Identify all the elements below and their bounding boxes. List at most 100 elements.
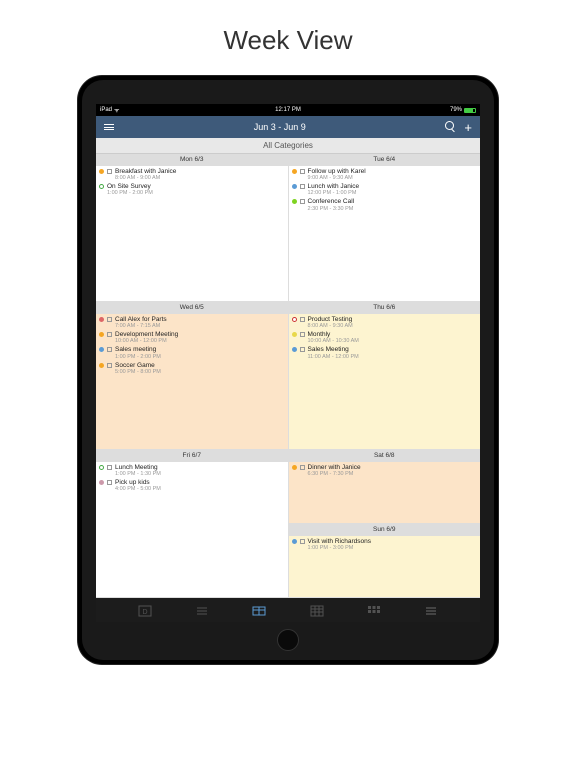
- tab-week[interactable]: [252, 604, 266, 616]
- event-time: 2:30 PM - 3:30 PM: [308, 206, 355, 212]
- category-dot: [292, 169, 297, 174]
- event-title: Dinner with Janice: [308, 464, 361, 471]
- event-title: Sales Meeting: [308, 346, 359, 353]
- category-dot: [292, 539, 297, 544]
- day-fri[interactable]: Fri 6/7Lunch Meeting1:00 PM - 1:30 PMPic…: [96, 450, 289, 597]
- checkbox-icon[interactable]: [300, 317, 305, 322]
- event-time: 7:00 AM - 7:15 AM: [115, 323, 167, 329]
- menu-icon[interactable]: [104, 124, 114, 130]
- checkbox-icon[interactable]: [107, 347, 112, 352]
- event-time: 1:00 PM - 3:00 PM: [308, 545, 371, 551]
- checkbox-icon[interactable]: [300, 347, 305, 352]
- home-button[interactable]: [277, 629, 299, 651]
- search-icon[interactable]: [445, 121, 454, 130]
- checkbox-icon[interactable]: [300, 184, 305, 189]
- tab-month[interactable]: [310, 604, 324, 616]
- event-item[interactable]: Pick up kids4:00 PM - 5:00 PM: [99, 479, 285, 492]
- category-dot: [292, 465, 297, 470]
- event-time: 1:00 PM - 2:00 PM: [115, 354, 161, 360]
- status-bar: iPadᯤ 12:17 PM 79%: [96, 104, 480, 116]
- checkbox-icon[interactable]: [300, 332, 305, 337]
- category-dot: [99, 332, 104, 337]
- event-item[interactable]: Monthly10:00 AM - 10:30 AM: [292, 331, 478, 344]
- event-item[interactable]: Sales Meeting11:00 AM - 12:00 PM: [292, 346, 478, 359]
- tab-day[interactable]: D: [138, 604, 152, 616]
- checkbox-icon[interactable]: [300, 539, 305, 544]
- tab-more[interactable]: [424, 604, 438, 616]
- add-icon[interactable]: +: [464, 121, 472, 134]
- day-sat[interactable]: Sat 6/8Dinner with Janice6:30 PM - 7:30 …: [289, 450, 481, 524]
- event-time: 1:00 PM - 1:30 PM: [115, 471, 161, 477]
- event-time: 8:00 AM - 9:30 AM: [308, 323, 353, 329]
- event-time: 10:00 AM - 10:30 AM: [308, 338, 359, 344]
- event-title: Product Testing: [308, 316, 353, 323]
- event-time: 9:00 AM - 9:30 AM: [308, 175, 366, 181]
- event-time: 12:00 PM - 1:00 PM: [308, 190, 360, 196]
- event-time: 1:00 PM - 2:00 PM: [107, 190, 153, 196]
- category-dot: [292, 347, 297, 352]
- category-dot: [292, 184, 297, 189]
- screen: iPadᯤ 12:17 PM 79% Jun 3 - Jun 9 + All C…: [96, 104, 480, 622]
- checkbox-icon[interactable]: [107, 363, 112, 368]
- event-title: Follow up with Karel: [308, 168, 366, 175]
- tab-list[interactable]: [195, 604, 209, 616]
- event-title: Lunch with Janice: [308, 183, 360, 190]
- checkbox-icon[interactable]: [107, 317, 112, 322]
- category-dot: [292, 199, 297, 204]
- event-title: Pick up kids: [115, 479, 161, 486]
- category-dot: [292, 317, 297, 322]
- category-dot: [99, 184, 104, 189]
- event-title: Monthly: [308, 331, 359, 338]
- wifi-icon: ᯤ: [114, 106, 119, 114]
- checkbox-icon[interactable]: [107, 169, 112, 174]
- event-item[interactable]: Follow up with Karel9:00 AM - 9:30 AM: [292, 168, 478, 181]
- event-item[interactable]: On Site Survey1:00 PM - 2:00 PM: [99, 183, 285, 196]
- event-item[interactable]: Lunch Meeting1:00 PM - 1:30 PM: [99, 464, 285, 477]
- event-item[interactable]: Sales meeting1:00 PM - 2:00 PM: [99, 346, 285, 359]
- checkbox-icon[interactable]: [107, 332, 112, 337]
- checkbox-icon[interactable]: [300, 199, 305, 204]
- event-item[interactable]: Breakfast with Janice8:00 AM - 9:00 AM: [99, 168, 285, 181]
- event-item[interactable]: Development Meeting10:00 AM - 12:00 PM: [99, 331, 285, 344]
- event-time: 5:00 PM - 8:00 PM: [115, 369, 161, 375]
- category-dot: [99, 347, 104, 352]
- day-wed[interactable]: Wed 6/5Call Alex for Parts7:00 AM - 7:15…: [96, 302, 289, 449]
- day-mon[interactable]: Mon 6/3Breakfast with Janice8:00 AM - 9:…: [96, 154, 289, 301]
- event-item[interactable]: Conference Call2:30 PM - 3:30 PM: [292, 198, 478, 211]
- date-range[interactable]: Jun 3 - Jun 9: [254, 122, 306, 132]
- checkbox-icon[interactable]: [300, 169, 305, 174]
- category-filter[interactable]: All Categories: [96, 138, 480, 154]
- event-time: 11:00 AM - 12:00 PM: [308, 354, 359, 360]
- battery-pct: 79%: [450, 107, 462, 113]
- nav-bar: Jun 3 - Jun 9 +: [96, 116, 480, 138]
- event-time: 4:00 PM - 5:00 PM: [115, 486, 161, 492]
- event-item[interactable]: Call Alex for Parts7:00 AM - 7:15 AM: [99, 316, 285, 329]
- ipad-frame: iPadᯤ 12:17 PM 79% Jun 3 - Jun 9 + All C…: [78, 76, 498, 664]
- checkbox-icon[interactable]: [107, 465, 112, 470]
- day-sun[interactable]: Sun 6/9Visit with Richardsons1:00 PM - 3…: [289, 524, 481, 597]
- event-item[interactable]: Dinner with Janice6:30 PM - 7:30 PM: [292, 464, 478, 477]
- checkbox-icon[interactable]: [107, 480, 112, 485]
- event-item[interactable]: Soccer Game5:00 PM - 8:00 PM: [99, 362, 285, 375]
- tab-grid[interactable]: [367, 604, 381, 616]
- category-dot: [99, 169, 104, 174]
- event-title: Conference Call: [308, 198, 355, 205]
- week-grid: Mon 6/3Breakfast with Janice8:00 AM - 9:…: [96, 154, 480, 598]
- event-title: On Site Survey: [107, 183, 153, 190]
- clock: 12:17 PM: [275, 107, 301, 113]
- event-item[interactable]: Visit with Richardsons1:00 PM - 3:00 PM: [292, 538, 478, 551]
- event-title: Breakfast with Janice: [115, 168, 176, 175]
- category-dot: [99, 480, 104, 485]
- event-item[interactable]: Lunch with Janice12:00 PM - 1:00 PM: [292, 183, 478, 196]
- day-tue[interactable]: Tue 6/4Follow up with Karel9:00 AM - 9:3…: [289, 154, 481, 301]
- event-title: Lunch Meeting: [115, 464, 161, 471]
- checkbox-icon[interactable]: [300, 465, 305, 470]
- event-title: Call Alex for Parts: [115, 316, 167, 323]
- event-time: 10:00 AM - 12:00 PM: [115, 338, 178, 344]
- category-dot: [99, 465, 104, 470]
- tab-bar: D: [96, 598, 480, 622]
- day-thu[interactable]: Thu 6/6Product Testing8:00 AM - 9:30 AMM…: [289, 302, 481, 449]
- event-item[interactable]: Product Testing8:00 AM - 9:30 AM: [292, 316, 478, 329]
- device-name: iPad: [100, 107, 112, 113]
- event-title: Development Meeting: [115, 331, 178, 338]
